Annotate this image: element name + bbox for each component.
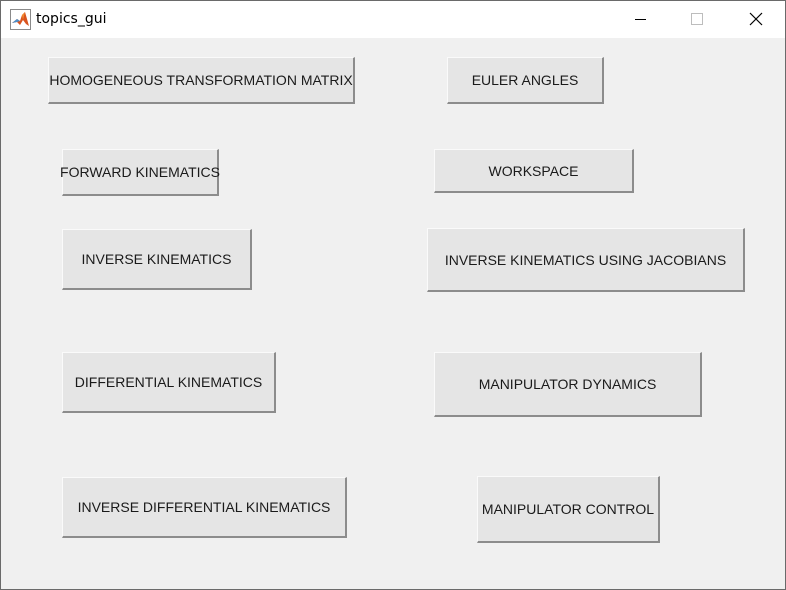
close-icon	[749, 12, 763, 26]
euler-angles-button[interactable]: EULER ANGLES	[447, 57, 604, 104]
button-panel: HOMOGENEOUS TRANSFORMATION MATRIX EULER …	[1, 38, 785, 589]
differential-kinematics-button[interactable]: DIFFERENTIAL KINEMATICS	[62, 352, 276, 413]
minimize-button[interactable]	[611, 1, 669, 38]
manipulator-dynamics-button[interactable]: MANIPULATOR DYNAMICS	[434, 352, 702, 417]
forward-kinematics-button[interactable]: FORWARD KINEMATICS	[60, 149, 220, 196]
inverse-kinematics-using-jacobians-button[interactable]: INVERSE KINEMATICS USING JACOBIANS	[427, 228, 745, 292]
manipulator-control-button[interactable]: MANIPULATOR CONTROL	[477, 476, 660, 543]
inverse-kinematics-button[interactable]: INVERSE KINEMATICS	[62, 229, 252, 290]
minimize-icon	[635, 19, 646, 20]
title-bar[interactable]: topics_gui	[1, 1, 785, 38]
maximize-icon	[691, 13, 703, 25]
matlab-logo-icon	[10, 9, 31, 30]
maximize-button[interactable]	[668, 1, 726, 38]
window-title: topics_gui	[36, 11, 107, 27]
close-button[interactable]	[727, 1, 785, 38]
homogeneous-transformation-matrix-button[interactable]: HOMOGENEOUS TRANSFORMATION MATRIX	[48, 57, 355, 104]
inverse-differential-kinematics-button[interactable]: INVERSE DIFFERENTIAL KINEMATICS	[62, 477, 347, 538]
workspace-button[interactable]: WORKSPACE	[434, 149, 634, 193]
app-window: topics_gui HOMOGENEOUS TRANSFORMATION MA…	[0, 0, 786, 590]
